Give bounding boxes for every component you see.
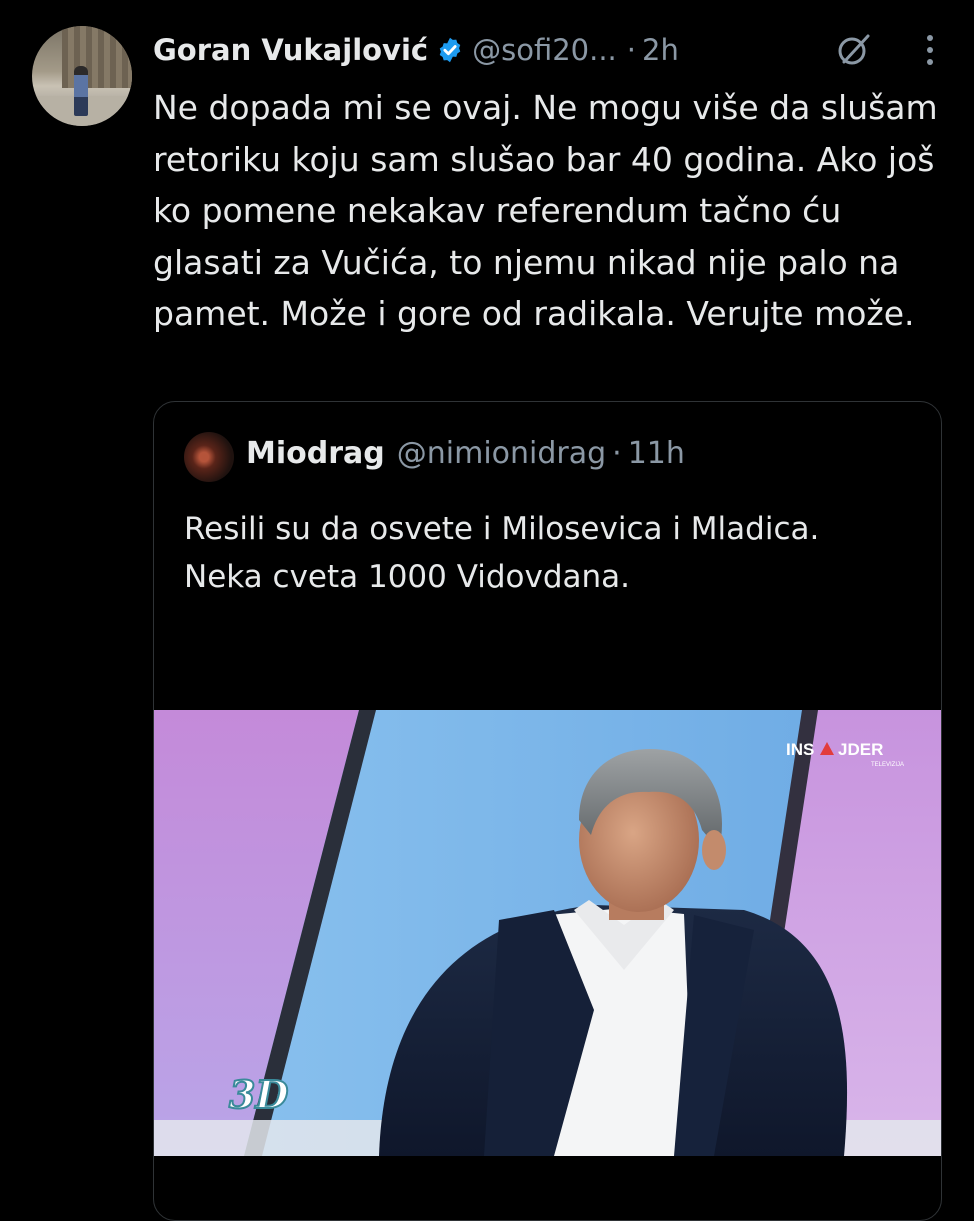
quoted-text-line-2: Neka cveta 1000 Vidovdana. xyxy=(184,559,631,595)
quoted-tweet-header: Miodrag @nimionidrag · 11h xyxy=(246,436,685,471)
header-separator: · xyxy=(626,33,636,67)
quoted-text-line-1: Resili su da osvete i Milosevica i Mladi… xyxy=(184,511,820,547)
channel-logo-b: JDER xyxy=(838,740,883,759)
quoted-header-separator: · xyxy=(612,436,622,471)
author-handle[interactable]: @sofi20... xyxy=(472,33,617,67)
show-badge: 3D xyxy=(229,1072,288,1117)
quoted-tweet-card[interactable]: Miodrag @nimionidrag · 11h Resili su da … xyxy=(153,401,942,1221)
quoted-author-handle[interactable]: @nimionidrag xyxy=(397,436,606,471)
verified-badge-icon[interactable] xyxy=(436,36,464,64)
quoted-tweet-text: Resili su da osvete i Milosevica i Mladi… xyxy=(184,505,924,601)
author-name[interactable]: Goran Vukajlović xyxy=(153,33,428,67)
author-avatar[interactable] xyxy=(32,26,132,126)
quoted-author-avatar[interactable] xyxy=(184,432,234,482)
channel-logo-a: INS xyxy=(786,740,814,759)
more-options-icon[interactable] xyxy=(916,30,944,70)
channel-sub: TELEVIZIJA xyxy=(871,762,904,768)
tweet-text: Ne dopada mi se ovaj. Ne mogu više da sl… xyxy=(153,88,938,333)
video-thumbnail[interactable]: INS JDER TELEVIZIJA 3D xyxy=(154,710,942,1156)
tweet-header: Goran Vukajlović @sofi20... · 2h xyxy=(153,28,954,72)
quoted-author-name[interactable]: Miodrag xyxy=(246,436,385,471)
grok-icon[interactable] xyxy=(836,32,872,68)
quoted-tweet-time[interactable]: 11h xyxy=(628,436,685,471)
tweet-time[interactable]: 2h xyxy=(642,33,679,67)
